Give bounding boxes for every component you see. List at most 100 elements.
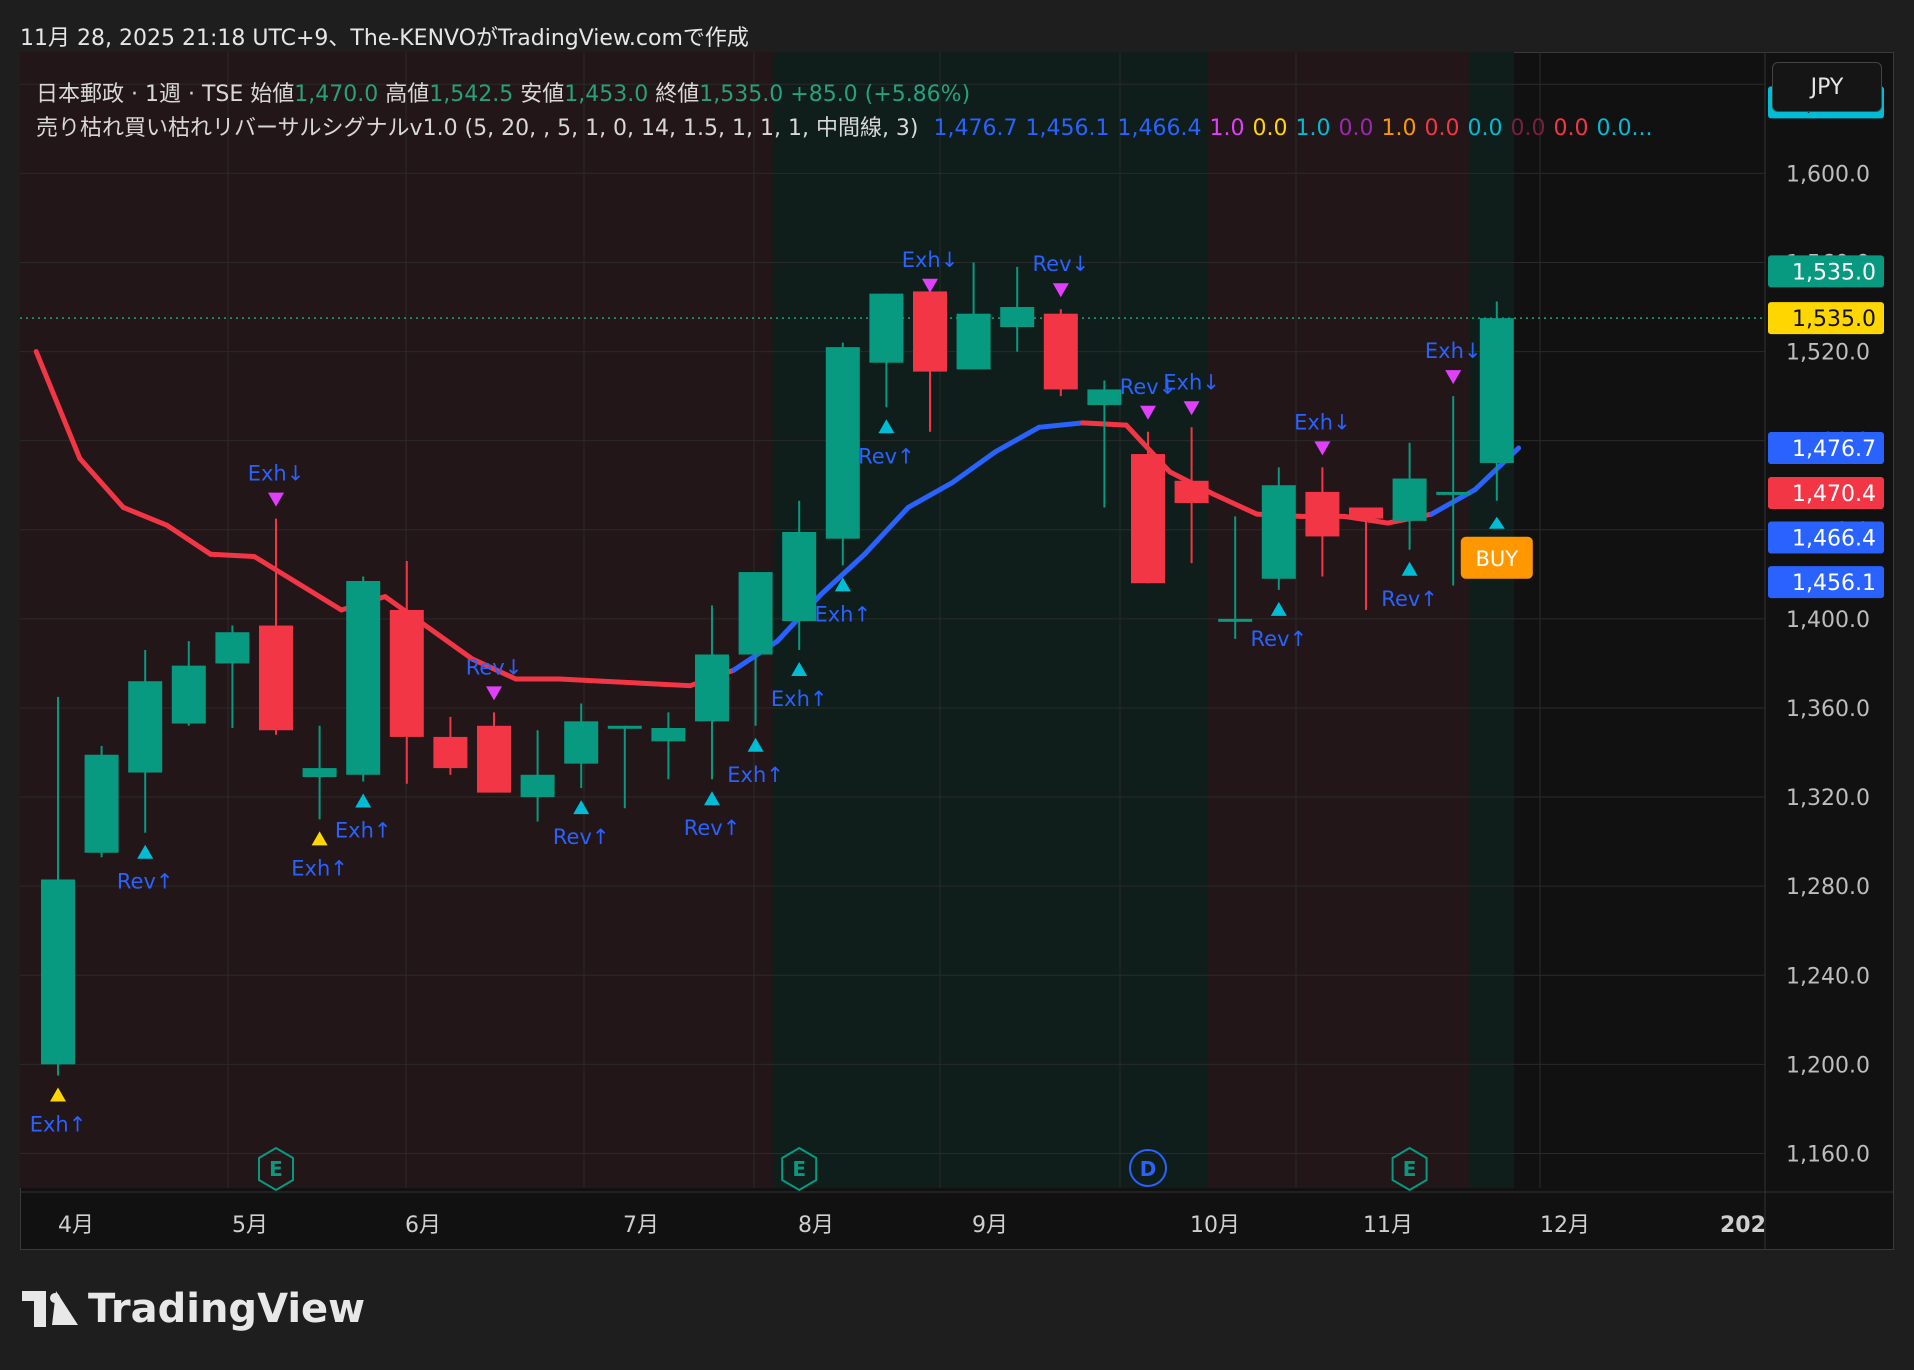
signal-label: Rev↑ bbox=[1251, 627, 1308, 651]
candle-body[interactable] bbox=[302, 768, 337, 778]
symbol-legend: 日本郵政 · 1週 · TSE 始値1,470.0 高値1,542.5 安値1,… bbox=[36, 76, 970, 108]
event-label: E bbox=[269, 1157, 283, 1181]
candle-body[interactable] bbox=[1261, 485, 1296, 579]
signal-label: Exh↑ bbox=[727, 763, 784, 787]
indicator-value: 1,476.7 bbox=[933, 116, 1018, 141]
indicator-value: 1.0 bbox=[1209, 116, 1245, 141]
midline-segment bbox=[208, 551, 257, 559]
candle-body[interactable] bbox=[869, 293, 904, 363]
candle-body[interactable] bbox=[1174, 480, 1209, 504]
candle-body[interactable] bbox=[171, 665, 206, 724]
indicator-legend: 売り枯れ買い枯れリバーサルシグナルv1.0 (5, 20, , 5, 1, 0,… bbox=[36, 110, 1652, 142]
x-tick-label: 5月 bbox=[232, 1213, 268, 1238]
y-tick-label: 1,600.0 bbox=[1786, 162, 1870, 187]
symbol-name[interactable]: 日本郵政 · 1週 · TSE bbox=[36, 82, 243, 107]
y-tick-label: 1,520.0 bbox=[1786, 341, 1870, 366]
indicator-value: 1.0 bbox=[1381, 116, 1417, 141]
candle-body[interactable] bbox=[651, 728, 686, 742]
signal-label: Exh↓ bbox=[1425, 339, 1482, 363]
high-value: 1,542.5 bbox=[429, 82, 514, 107]
signal-label: Exh↓ bbox=[1163, 370, 1220, 394]
candle-body[interactable] bbox=[1000, 307, 1035, 328]
candle-body[interactable] bbox=[1218, 618, 1253, 622]
event-label: E bbox=[792, 1157, 806, 1181]
candle-body[interactable] bbox=[1392, 478, 1427, 521]
signal-label: Exh↓ bbox=[1294, 410, 1351, 434]
x-tick-label: 202 bbox=[1720, 1213, 1766, 1238]
signal-label: Rev↑ bbox=[117, 870, 174, 894]
candle-body[interactable] bbox=[913, 291, 947, 372]
x-tick-label: 10月 bbox=[1190, 1213, 1240, 1238]
candle-body[interactable] bbox=[1131, 454, 1165, 584]
signal-label: Rev↑ bbox=[858, 444, 915, 468]
signal-label: Exh↑ bbox=[30, 1112, 87, 1136]
candle-body[interactable] bbox=[84, 754, 119, 853]
tradingview-logo[interactable]: TradingView bbox=[22, 1286, 365, 1332]
candle-body[interactable] bbox=[1479, 318, 1514, 463]
y-tick-label: 1,160.0 bbox=[1786, 1142, 1870, 1167]
low-label: 安値 bbox=[520, 82, 565, 107]
candle-body[interactable] bbox=[1305, 491, 1340, 537]
candle-body[interactable] bbox=[782, 531, 817, 622]
signal-label: Rev↑ bbox=[1381, 587, 1438, 611]
candle-body[interactable] bbox=[1436, 491, 1471, 495]
signal-label: Rev↑ bbox=[553, 825, 610, 849]
indicator-value: 1,456.1 bbox=[1025, 116, 1110, 141]
tradingview-mark-icon bbox=[22, 1291, 78, 1327]
x-tick-label: 11月 bbox=[1363, 1213, 1413, 1238]
candle-body[interactable] bbox=[564, 721, 599, 764]
created-by-header: 11月 28, 2025 21:18 UTC+9、The-KENVOがTradi… bbox=[20, 26, 749, 51]
close-label: 終値 bbox=[655, 82, 700, 107]
candle-body[interactable] bbox=[389, 609, 424, 737]
x-tick-label: 7月 bbox=[623, 1213, 659, 1238]
candle-body[interactable] bbox=[41, 879, 75, 1065]
price-tag-label: 1,535.0 bbox=[1792, 260, 1876, 285]
candle-body[interactable] bbox=[738, 572, 773, 655]
candle-body[interactable] bbox=[215, 632, 250, 664]
y-tick-label: 1,360.0 bbox=[1786, 697, 1870, 722]
candle-body[interactable] bbox=[520, 774, 555, 798]
midline-segment bbox=[644, 680, 693, 689]
indicator-value: 0.0 bbox=[1467, 116, 1503, 141]
signal-label: Rev↑ bbox=[684, 816, 741, 840]
background-band bbox=[1470, 52, 1514, 1188]
price-tag-label: 1,470.4 bbox=[1792, 482, 1876, 507]
change-value: +85.0 (+5.86%) bbox=[790, 82, 971, 107]
indicator-name[interactable]: 売り枯れ買い枯れリバーサルシグナルv1.0 (5, 20, , 5, 1, 0,… bbox=[36, 116, 919, 141]
x-tick-label: 6月 bbox=[405, 1213, 441, 1238]
candle-body[interactable] bbox=[1349, 507, 1383, 519]
candle-body[interactable] bbox=[346, 580, 381, 775]
candle-body[interactable] bbox=[1043, 313, 1078, 390]
signal-label: Exh↑ bbox=[814, 602, 871, 626]
event-label: D bbox=[1140, 1157, 1157, 1181]
candle-body[interactable] bbox=[477, 725, 511, 793]
signal-label: Exh↓ bbox=[248, 462, 305, 486]
midline-segment bbox=[600, 678, 650, 686]
signal-label: Exh↑ bbox=[291, 856, 348, 880]
signal-label: Exh↓ bbox=[902, 248, 959, 272]
candle-body[interactable] bbox=[956, 313, 991, 370]
y-tick-label: 1,320.0 bbox=[1786, 786, 1870, 811]
indicator-value: 0.0 bbox=[1338, 116, 1374, 141]
currency-button[interactable]: JPY bbox=[1772, 62, 1882, 112]
y-tick-label: 1,240.0 bbox=[1786, 964, 1870, 989]
signal-label: Exh↑ bbox=[335, 818, 392, 842]
buy-badge-label: BUY bbox=[1475, 547, 1518, 571]
candle-body[interactable] bbox=[128, 681, 163, 773]
close-value: 1,535.0 bbox=[699, 82, 784, 107]
x-tick-label: 4月 bbox=[58, 1213, 94, 1238]
midline-segment bbox=[556, 676, 606, 684]
indicator-values: 1,476.7 1,456.1 1,466.4 1.0 0.0 1.0 0.0 1.0 0.0 0… bbox=[926, 116, 1653, 141]
x-tick-label: 12月 bbox=[1540, 1213, 1590, 1238]
price-chart[interactable]: 1,160.0 1,200.0 1,240.0 1,280.0 1,320.0 1,360… bbox=[20, 52, 1894, 1250]
candle-body[interactable] bbox=[1087, 389, 1122, 406]
y-tick-label: 1,200.0 bbox=[1786, 1053, 1870, 1078]
candle-body[interactable] bbox=[825, 347, 860, 539]
price-tag-label: 1,456.1 bbox=[1792, 571, 1876, 596]
candle-body[interactable] bbox=[607, 725, 642, 729]
candle-body[interactable] bbox=[433, 736, 468, 769]
candle-body[interactable] bbox=[259, 625, 293, 731]
candle-body[interactable] bbox=[695, 654, 729, 722]
price-tag-label: 1,466.4 bbox=[1792, 527, 1876, 552]
x-tick-label: 8月 bbox=[798, 1213, 834, 1238]
